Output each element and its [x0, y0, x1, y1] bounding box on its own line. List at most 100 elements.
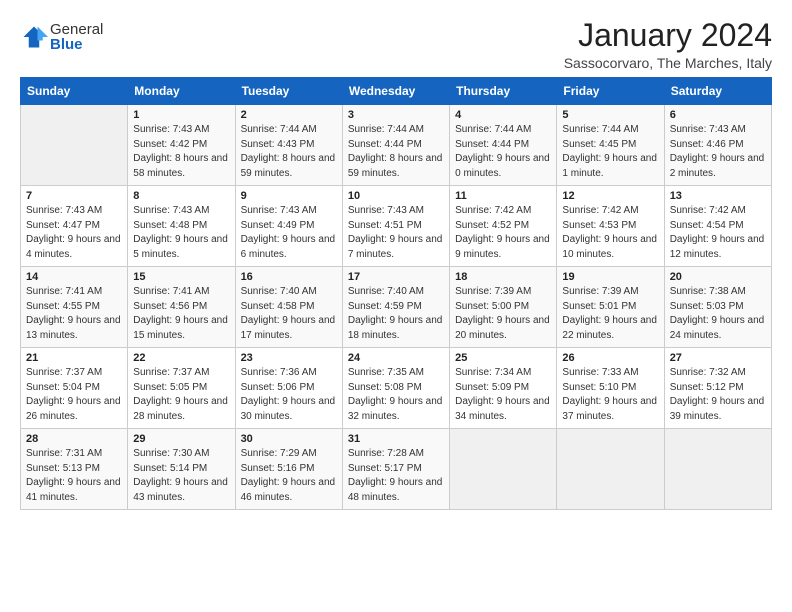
calendar-week-5: 28 Sunrise: 7:31 AM Sunset: 5:13 PM Dayl… — [21, 429, 772, 510]
day-number: 16 — [241, 271, 337, 283]
table-row: 21 Sunrise: 7:37 AM Sunset: 5:04 PM Dayl… — [21, 348, 128, 429]
day-info: Sunrise: 7:43 AM Sunset: 4:46 PM Dayligh… — [670, 123, 766, 181]
sunrise-text: Sunrise: 7:37 AM — [26, 367, 102, 378]
daylight-text: Daylight: 9 hours and 5 minutes. — [133, 234, 228, 260]
logo: General Blue — [20, 22, 103, 52]
calendar-page: General Blue January 2024 Sassocorvaro, … — [0, 0, 792, 612]
day-number: 25 — [455, 352, 551, 364]
sunrise-text: Sunrise: 7:44 AM — [241, 124, 317, 135]
col-saturday: Saturday — [664, 78, 771, 105]
daylight-text: Daylight: 9 hours and 6 minutes. — [241, 234, 336, 260]
sunrise-text: Sunrise: 7:40 AM — [348, 286, 424, 297]
day-number: 31 — [348, 433, 444, 445]
sunset-text: Sunset: 4:48 PM — [133, 220, 207, 231]
sunrise-text: Sunrise: 7:44 AM — [455, 124, 531, 135]
sunrise-text: Sunrise: 7:41 AM — [133, 286, 209, 297]
day-info: Sunrise: 7:36 AM Sunset: 5:06 PM Dayligh… — [241, 366, 337, 424]
day-info: Sunrise: 7:42 AM Sunset: 4:53 PM Dayligh… — [562, 204, 658, 262]
table-row: 27 Sunrise: 7:32 AM Sunset: 5:12 PM Dayl… — [664, 348, 771, 429]
sunrise-text: Sunrise: 7:43 AM — [133, 205, 209, 216]
table-row: 11 Sunrise: 7:42 AM Sunset: 4:52 PM Dayl… — [450, 186, 557, 267]
logo-blue-text: Blue — [50, 37, 103, 52]
col-sunday: Sunday — [21, 78, 128, 105]
table-row: 31 Sunrise: 7:28 AM Sunset: 5:17 PM Dayl… — [342, 429, 449, 510]
day-info: Sunrise: 7:44 AM Sunset: 4:43 PM Dayligh… — [241, 123, 337, 181]
day-info: Sunrise: 7:40 AM Sunset: 4:59 PM Dayligh… — [348, 285, 444, 343]
day-number: 24 — [348, 352, 444, 364]
day-info: Sunrise: 7:43 AM Sunset: 4:47 PM Dayligh… — [26, 204, 122, 262]
header-row: Sunday Monday Tuesday Wednesday Thursday… — [21, 78, 772, 105]
sunset-text: Sunset: 5:00 PM — [455, 301, 529, 312]
day-info: Sunrise: 7:37 AM Sunset: 5:05 PM Dayligh… — [133, 366, 229, 424]
table-row: 1 Sunrise: 7:43 AM Sunset: 4:42 PM Dayli… — [128, 105, 235, 186]
sunset-text: Sunset: 4:42 PM — [133, 139, 207, 150]
table-row: 24 Sunrise: 7:35 AM Sunset: 5:08 PM Dayl… — [342, 348, 449, 429]
day-info: Sunrise: 7:30 AM Sunset: 5:14 PM Dayligh… — [133, 447, 229, 505]
sunrise-text: Sunrise: 7:41 AM — [26, 286, 102, 297]
sunrise-text: Sunrise: 7:42 AM — [670, 205, 746, 216]
table-row: 14 Sunrise: 7:41 AM Sunset: 4:55 PM Dayl… — [21, 267, 128, 348]
table-row: 28 Sunrise: 7:31 AM Sunset: 5:13 PM Dayl… — [21, 429, 128, 510]
day-info: Sunrise: 7:44 AM Sunset: 4:45 PM Dayligh… — [562, 123, 658, 181]
table-row — [21, 105, 128, 186]
day-number: 20 — [670, 271, 766, 283]
sunrise-text: Sunrise: 7:38 AM — [670, 286, 746, 297]
table-row — [557, 429, 664, 510]
sunset-text: Sunset: 5:05 PM — [133, 382, 207, 393]
daylight-text: Daylight: 8 hours and 58 minutes. — [133, 153, 228, 179]
sunset-text: Sunset: 5:13 PM — [26, 463, 100, 474]
daylight-text: Daylight: 9 hours and 37 minutes. — [562, 396, 657, 422]
day-info: Sunrise: 7:43 AM Sunset: 4:49 PM Dayligh… — [241, 204, 337, 262]
sunrise-text: Sunrise: 7:43 AM — [348, 205, 424, 216]
table-row: 10 Sunrise: 7:43 AM Sunset: 4:51 PM Dayl… — [342, 186, 449, 267]
table-row: 19 Sunrise: 7:39 AM Sunset: 5:01 PM Dayl… — [557, 267, 664, 348]
table-row: 5 Sunrise: 7:44 AM Sunset: 4:45 PM Dayli… — [557, 105, 664, 186]
table-row: 6 Sunrise: 7:43 AM Sunset: 4:46 PM Dayli… — [664, 105, 771, 186]
daylight-text: Daylight: 9 hours and 34 minutes. — [455, 396, 550, 422]
sunset-text: Sunset: 4:44 PM — [455, 139, 529, 150]
calendar-week-2: 7 Sunrise: 7:43 AM Sunset: 4:47 PM Dayli… — [21, 186, 772, 267]
table-row: 20 Sunrise: 7:38 AM Sunset: 5:03 PM Dayl… — [664, 267, 771, 348]
table-row: 18 Sunrise: 7:39 AM Sunset: 5:00 PM Dayl… — [450, 267, 557, 348]
table-row: 23 Sunrise: 7:36 AM Sunset: 5:06 PM Dayl… — [235, 348, 342, 429]
sunset-text: Sunset: 4:43 PM — [241, 139, 315, 150]
daylight-text: Daylight: 9 hours and 10 minutes. — [562, 234, 657, 260]
table-row: 9 Sunrise: 7:43 AM Sunset: 4:49 PM Dayli… — [235, 186, 342, 267]
table-row: 13 Sunrise: 7:42 AM Sunset: 4:54 PM Dayl… — [664, 186, 771, 267]
day-info: Sunrise: 7:44 AM Sunset: 4:44 PM Dayligh… — [455, 123, 551, 181]
day-number: 23 — [241, 352, 337, 364]
daylight-text: Daylight: 8 hours and 59 minutes. — [241, 153, 336, 179]
day-number: 11 — [455, 190, 551, 202]
calendar-week-1: 1 Sunrise: 7:43 AM Sunset: 4:42 PM Dayli… — [21, 105, 772, 186]
day-info: Sunrise: 7:33 AM Sunset: 5:10 PM Dayligh… — [562, 366, 658, 424]
sunset-text: Sunset: 5:03 PM — [670, 301, 744, 312]
logo-icon — [20, 23, 48, 51]
sunrise-text: Sunrise: 7:28 AM — [348, 448, 424, 459]
daylight-text: Daylight: 9 hours and 13 minutes. — [26, 315, 121, 341]
sunset-text: Sunset: 5:04 PM — [26, 382, 100, 393]
daylight-text: Daylight: 9 hours and 46 minutes. — [241, 477, 336, 503]
daylight-text: Daylight: 8 hours and 59 minutes. — [348, 153, 443, 179]
daylight-text: Daylight: 9 hours and 7 minutes. — [348, 234, 443, 260]
header: General Blue January 2024 Sassocorvaro, … — [20, 18, 772, 71]
day-number: 28 — [26, 433, 122, 445]
daylight-text: Daylight: 9 hours and 17 minutes. — [241, 315, 336, 341]
table-row: 3 Sunrise: 7:44 AM Sunset: 4:44 PM Dayli… — [342, 105, 449, 186]
sunset-text: Sunset: 4:54 PM — [670, 220, 744, 231]
table-row — [450, 429, 557, 510]
table-row: 16 Sunrise: 7:40 AM Sunset: 4:58 PM Dayl… — [235, 267, 342, 348]
day-number: 26 — [562, 352, 658, 364]
day-info: Sunrise: 7:28 AM Sunset: 5:17 PM Dayligh… — [348, 447, 444, 505]
daylight-text: Daylight: 9 hours and 2 minutes. — [670, 153, 765, 179]
table-row — [664, 429, 771, 510]
sunrise-text: Sunrise: 7:37 AM — [133, 367, 209, 378]
day-info: Sunrise: 7:40 AM Sunset: 4:58 PM Dayligh… — [241, 285, 337, 343]
day-info: Sunrise: 7:41 AM Sunset: 4:56 PM Dayligh… — [133, 285, 229, 343]
day-number: 6 — [670, 109, 766, 121]
sunrise-text: Sunrise: 7:42 AM — [562, 205, 638, 216]
sunrise-text: Sunrise: 7:39 AM — [562, 286, 638, 297]
day-number: 18 — [455, 271, 551, 283]
day-info: Sunrise: 7:43 AM Sunset: 4:42 PM Dayligh… — [133, 123, 229, 181]
sunrise-text: Sunrise: 7:33 AM — [562, 367, 638, 378]
table-row: 17 Sunrise: 7:40 AM Sunset: 4:59 PM Dayl… — [342, 267, 449, 348]
